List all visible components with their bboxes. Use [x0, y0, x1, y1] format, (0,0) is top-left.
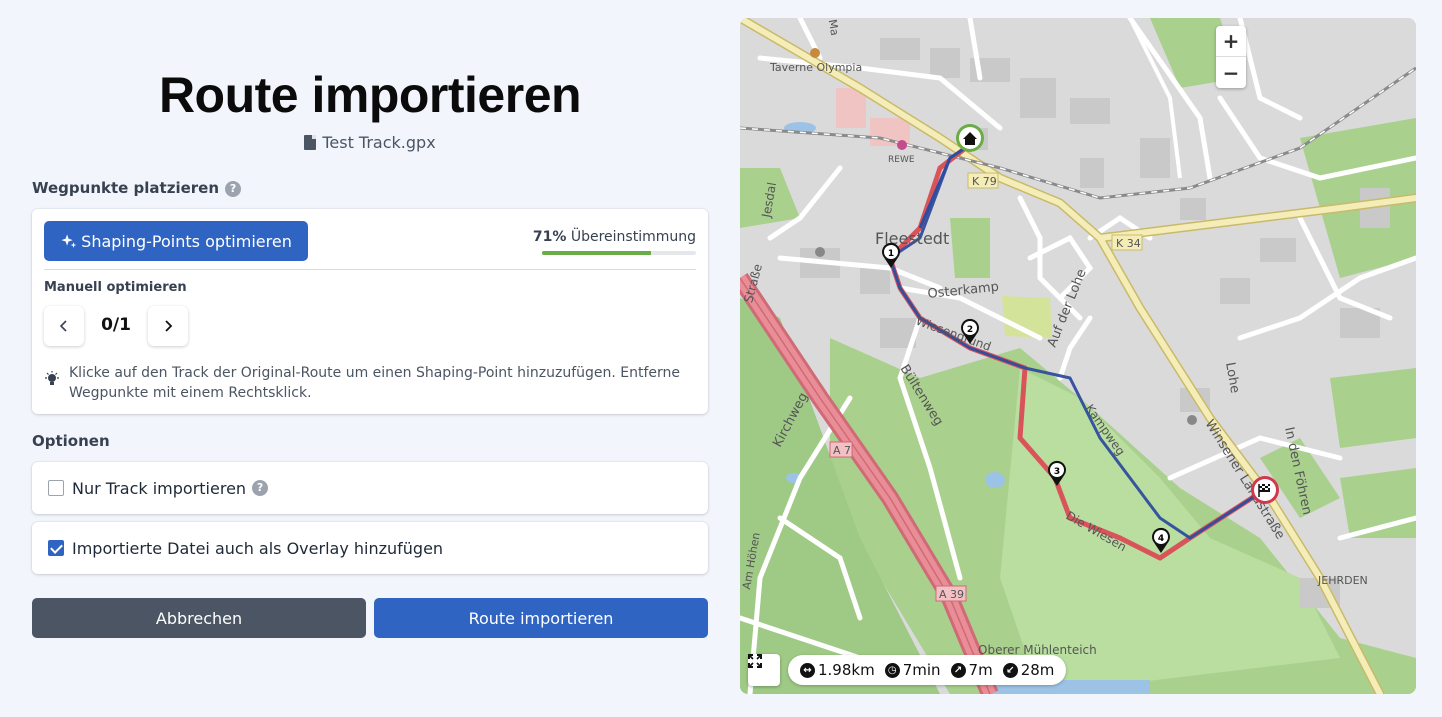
- descent-value: 28m: [1020, 661, 1055, 679]
- divider: [44, 269, 696, 270]
- cancel-button[interactable]: Abbrechen: [32, 598, 366, 638]
- chevron-left-icon: [59, 320, 67, 332]
- import-panel: Route importieren Test Track.gpx Wegpunk…: [32, 0, 708, 717]
- restaurant-icon: [815, 247, 825, 257]
- waypoints-card: Shaping-Points optimieren 71% Übereinsti…: [32, 209, 708, 414]
- descent-stat: ↙ 28m: [1002, 661, 1055, 679]
- arrow-up-right-icon: ↗: [950, 662, 966, 678]
- match-progress-fill: [542, 251, 652, 255]
- optimize-shaping-points-button[interactable]: Shaping-Points optimieren: [44, 221, 308, 261]
- waypoints-section-title: Wegpunkte platzieren?: [32, 179, 242, 197]
- svg-text:4: 4: [1158, 534, 1164, 544]
- optimize-button-label: Shaping-Points optimieren: [81, 231, 292, 251]
- overlay-label: Importierte Datei auch als Overlay hinzu…: [72, 538, 444, 558]
- label-m: Ma: [826, 18, 842, 36]
- question-circle-icon[interactable]: ?: [252, 480, 269, 496]
- file-icon: [304, 135, 317, 150]
- shaping-point-counter: 0/1: [101, 315, 131, 335]
- distance-icon: ↔: [800, 662, 815, 678]
- next-button[interactable]: [148, 306, 188, 346]
- ascent-stat: ↗ 7m: [950, 661, 993, 679]
- checkered-flag-icon[interactable]: [1251, 476, 1279, 504]
- fullscreen-button[interactable]: [748, 654, 780, 686]
- match-label: Übereinstimmung: [570, 229, 696, 245]
- route-stats: ↔ 1.98km ◷ 7min ↗ 7m ↙ 28m: [788, 655, 1067, 685]
- lightbulb-icon: [45, 371, 59, 385]
- sparkles-icon: [61, 233, 77, 248]
- label-taverne: Taverne Olympia: [769, 61, 862, 74]
- waypoints-section-label: Wegpunkte platzieren: [32, 179, 220, 197]
- svg-text:3: 3: [1054, 467, 1060, 477]
- match-progress-bar: [542, 251, 696, 255]
- question-circle-icon[interactable]: ?: [225, 181, 242, 197]
- ascent-value: 7m: [968, 661, 993, 679]
- match-percent: 71%: [532, 229, 567, 245]
- duration-stat: ◷ 7min: [884, 661, 941, 679]
- svg-text:1: 1: [888, 249, 894, 259]
- track-only-label: Nur Track importieren: [72, 478, 247, 498]
- duration-value: 7min: [902, 661, 941, 679]
- file-name-text: Test Track.gpx: [322, 133, 436, 152]
- route-map[interactable]: Taverne Olympia REWE K 79 K 34 Fleestedt…: [740, 18, 1416, 694]
- zoom-out-button[interactable]: −: [1216, 57, 1246, 88]
- arrow-down-left-icon: ↙: [1002, 662, 1018, 678]
- import-route-button[interactable]: Route importieren: [374, 598, 708, 638]
- chevron-right-icon: [165, 320, 173, 332]
- zoom-control: + −: [1216, 26, 1246, 88]
- match-indicator: 71% Übereinstimmung: [533, 229, 696, 245]
- option-track-only[interactable]: Nur Track importieren ?: [32, 462, 708, 514]
- label-k79: K 79: [972, 175, 997, 188]
- clock-icon: ◷: [884, 662, 900, 678]
- label-a39: A 39: [939, 588, 964, 601]
- hint-text: Klicke auf den Track der Original-Route …: [69, 365, 681, 401]
- previous-button[interactable]: [44, 306, 84, 346]
- label-k34: K 34: [1116, 237, 1141, 250]
- restaurant-icon: [1187, 415, 1197, 425]
- label-a7: A 7: [833, 444, 851, 457]
- option-overlay[interactable]: Importierte Datei auch als Overlay hinzu…: [32, 522, 708, 574]
- fullscreen-icon: [748, 654, 762, 668]
- food-icon: [810, 48, 820, 58]
- label-jehrden: JEHRDEN: [1317, 574, 1368, 587]
- label-rewe: REWE: [888, 155, 915, 165]
- overlay-checkbox[interactable]: [48, 540, 64, 556]
- page-title: Route importieren: [158, 67, 582, 123]
- home-icon[interactable]: [956, 124, 984, 152]
- file-name: Test Track.gpx: [32, 133, 708, 152]
- track-only-checkbox[interactable]: [48, 480, 64, 496]
- distance-stat: ↔ 1.98km: [800, 661, 875, 679]
- zoom-in-button[interactable]: +: [1216, 26, 1246, 57]
- options-section-title: Optionen: [32, 432, 110, 450]
- manual-optimize-label: Manuell optimieren: [44, 280, 187, 295]
- shop-icon: [897, 140, 907, 150]
- svg-text:2: 2: [967, 325, 973, 335]
- map-canvas[interactable]: Taverne Olympia REWE K 79 K 34 Fleestedt…: [740, 18, 1416, 694]
- distance-value: 1.98km: [818, 661, 875, 679]
